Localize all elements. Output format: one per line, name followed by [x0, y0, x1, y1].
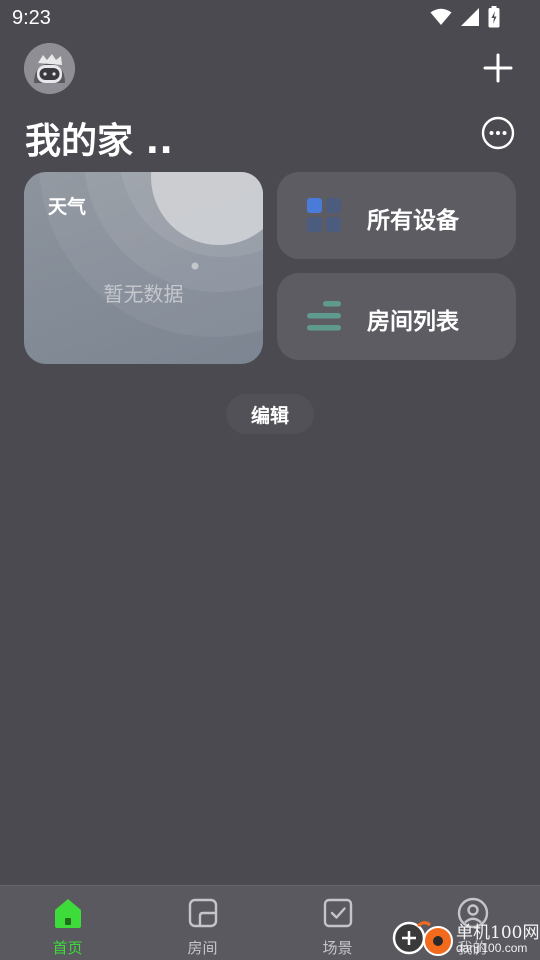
watermark-url: danji100.com — [456, 941, 528, 955]
avatar[interactable] — [24, 43, 75, 94]
edit-button[interactable]: 编辑 — [226, 394, 314, 434]
battery-icon — [488, 6, 500, 28]
list-icon — [307, 301, 341, 331]
all-devices-label: 所有设备 — [367, 208, 459, 234]
room-list-card[interactable]: 房间列表 — [277, 273, 516, 360]
nav-scene-label: 场景 — [322, 939, 353, 957]
all-devices-card[interactable]: 所有设备 — [277, 172, 516, 259]
room-icon — [188, 898, 217, 928]
add-button[interactable] — [482, 52, 514, 84]
robot-avatar-icon — [24, 43, 75, 94]
room-list-label: 房间列表 — [367, 309, 459, 335]
status-time: 9:23 — [12, 7, 51, 29]
plus-icon — [483, 53, 513, 83]
home-icon — [54, 899, 81, 928]
status-bar: 9:23 — [0, 0, 540, 36]
nav-scene[interactable]: 场景 — [270, 886, 405, 960]
signal-icon — [461, 8, 479, 26]
scene-icon — [323, 898, 352, 928]
watermark-logo-icon — [392, 921, 453, 956]
nav-home-label: 首页 — [52, 939, 83, 957]
nav-room[interactable]: 房间 — [135, 886, 270, 960]
weather-title: 天气 — [48, 196, 87, 218]
more-options-button[interactable] — [481, 116, 515, 150]
nav-room-label: 房间 — [187, 939, 218, 957]
weather-card[interactable]: 天气 暂无数据 — [24, 172, 263, 364]
nav-home[interactable]: 首页 — [0, 886, 135, 960]
more-icon — [481, 116, 515, 150]
status-icons — [430, 6, 500, 28]
wifi-icon — [430, 8, 452, 25]
watermark-title: 单机100网 — [456, 923, 540, 943]
grid-icon — [307, 198, 341, 232]
watermark: 单机100网 danji100.com — [390, 916, 540, 960]
weather-empty-text: 暂无数据 — [103, 282, 184, 306]
home-title[interactable]: 我的家 .. — [25, 112, 173, 164]
